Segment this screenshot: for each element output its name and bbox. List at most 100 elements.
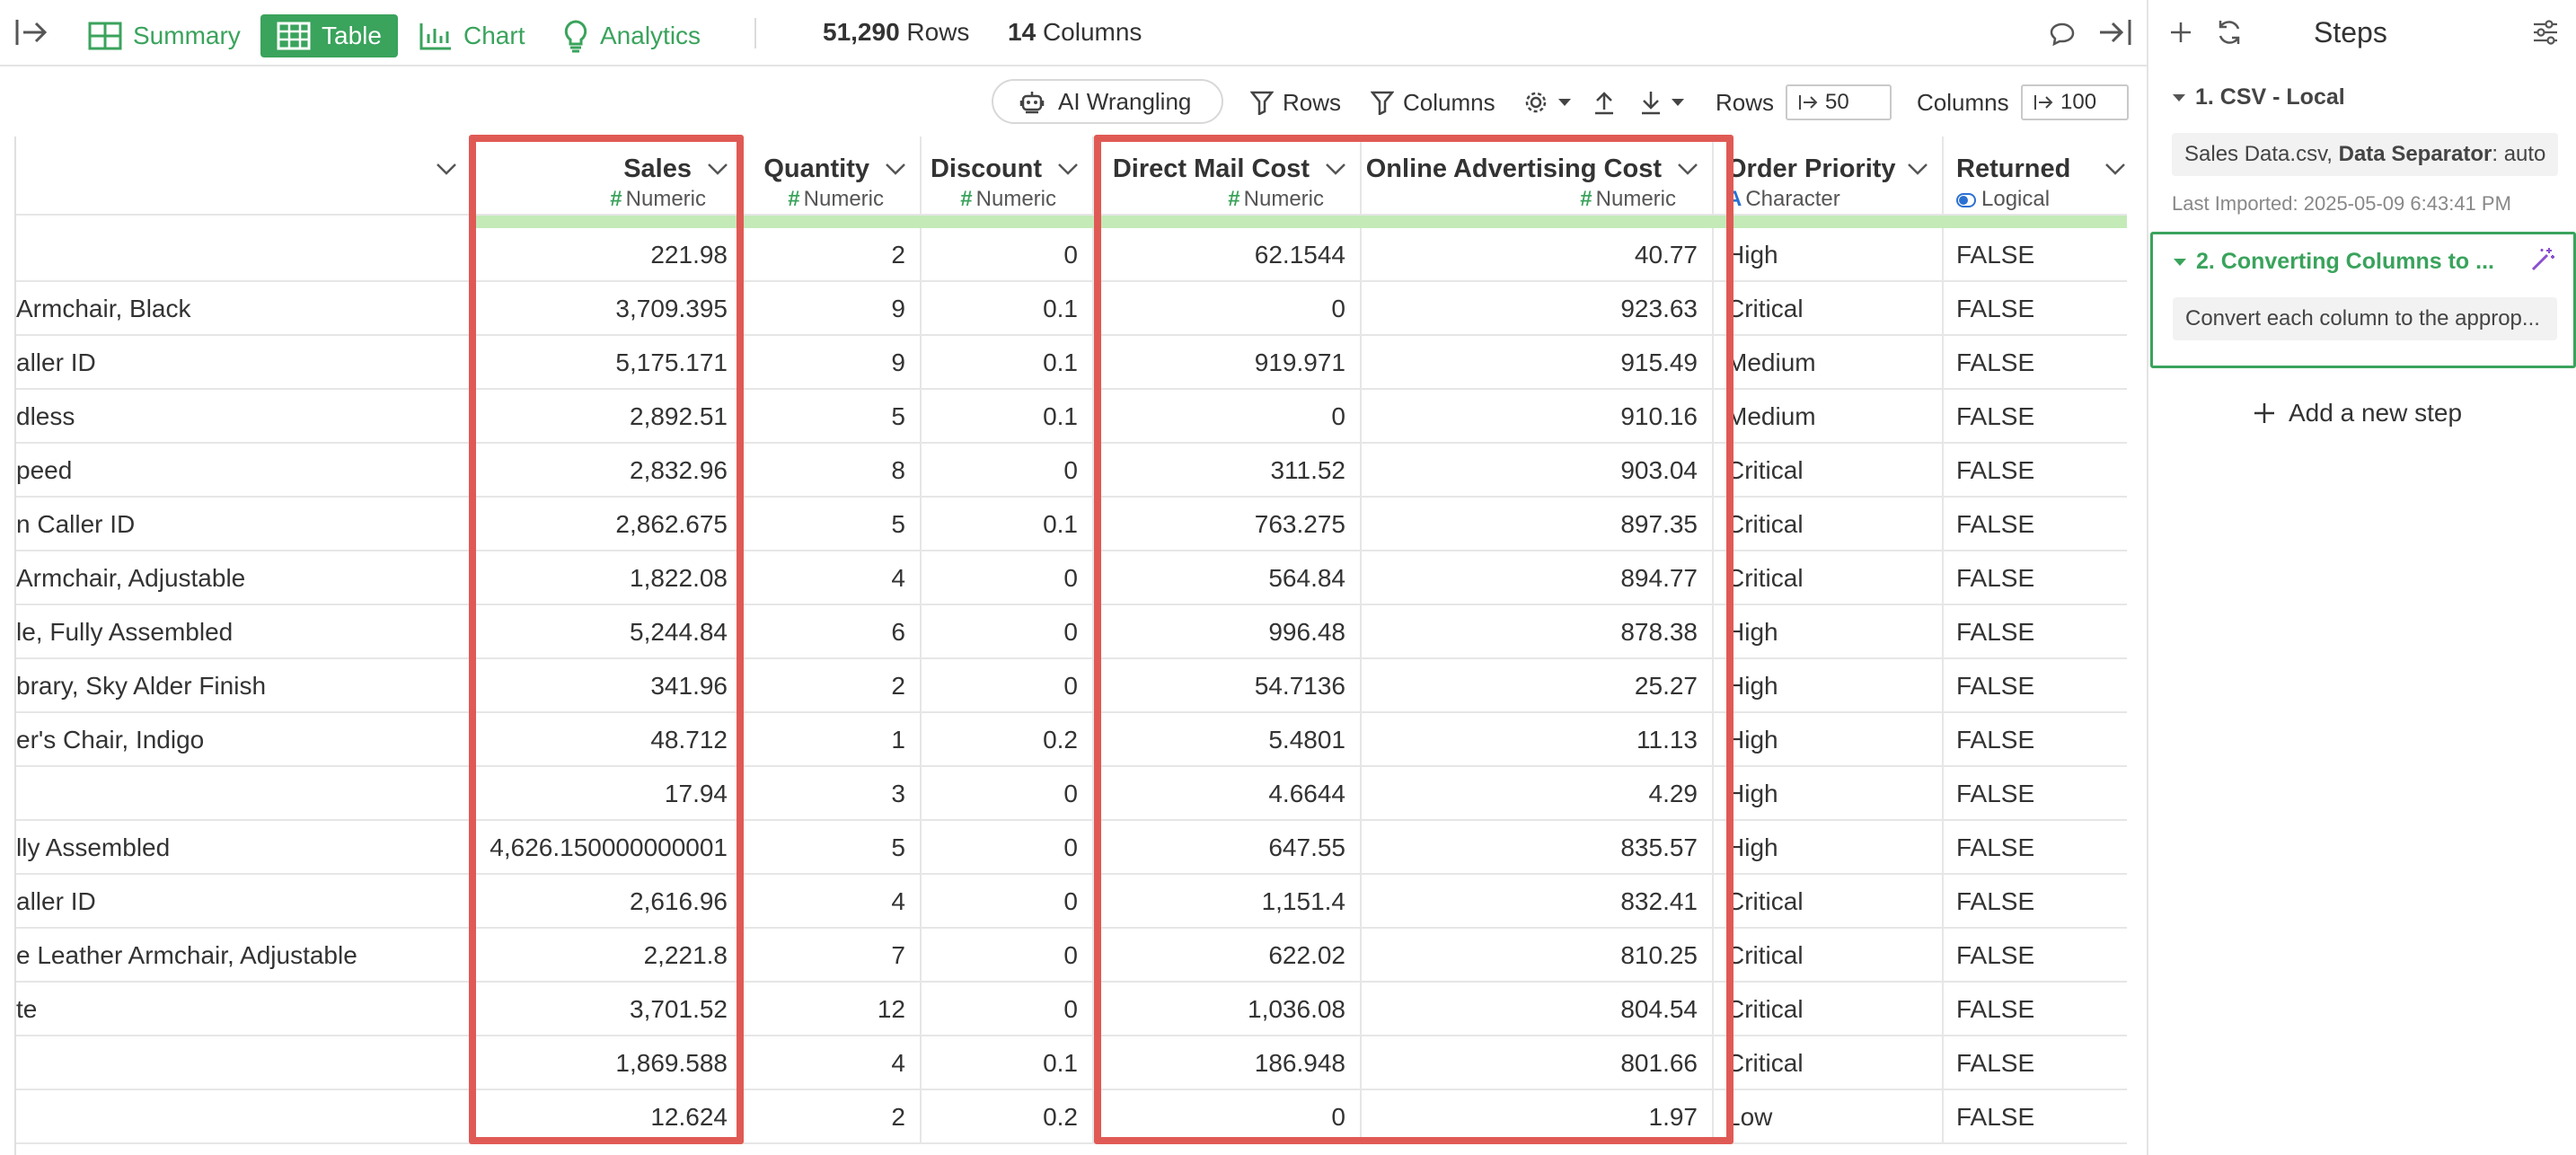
cell-sales[interactable]: 48.712: [472, 713, 744, 767]
cell-direct-mail-cost[interactable]: 996.48: [1094, 605, 1362, 659]
add-icon[interactable]: [2159, 11, 2202, 54]
cell-sales[interactable]: 2,862.675: [472, 498, 744, 551]
cell-online-advertising-cost[interactable]: 801.66: [1362, 1036, 1714, 1090]
cell-quantity[interactable]: 5: [744, 390, 922, 444]
cell-direct-mail-cost[interactable]: 763.275: [1094, 498, 1362, 551]
cell-direct-mail-cost[interactable]: 1,151.4: [1094, 875, 1362, 929]
cell-returned[interactable]: FALSE: [1944, 498, 2127, 551]
cell-quantity[interactable]: 4: [744, 1036, 922, 1090]
cell-product[interactable]: Armchair, Black: [16, 282, 472, 336]
cell-order-priority[interactable]: Critical: [1714, 983, 1944, 1036]
cell-quantity[interactable]: 5: [744, 821, 922, 875]
cell-returned[interactable]: FALSE: [1944, 875, 2127, 929]
cell-direct-mail-cost[interactable]: 0: [1094, 1090, 1362, 1144]
cell-discount[interactable]: 0.1: [922, 1036, 1094, 1090]
cell-quantity[interactable]: 2: [744, 228, 922, 282]
cell-discount[interactable]: 0: [922, 983, 1094, 1036]
cell-discount[interactable]: 0: [922, 821, 1094, 875]
cell-returned[interactable]: FALSE: [1944, 605, 2127, 659]
cell-direct-mail-cost[interactable]: 0: [1094, 390, 1362, 444]
collapse-left-icon[interactable]: [11, 11, 54, 54]
rows-limit-input[interactable]: 50: [1786, 84, 1892, 120]
cell-sales[interactable]: 2,892.51: [472, 390, 744, 444]
cell-online-advertising-cost[interactable]: 878.38: [1362, 605, 1714, 659]
cell-returned[interactable]: FALSE: [1944, 228, 2127, 282]
cell-online-advertising-cost[interactable]: 897.35: [1362, 498, 1714, 551]
cell-returned[interactable]: FALSE: [1944, 983, 2127, 1036]
settings-dropdown[interactable]: [1523, 84, 1572, 120]
chevron-down-icon[interactable]: [1676, 160, 1699, 178]
cell-order-priority[interactable]: High: [1714, 228, 1944, 282]
cell-discount[interactable]: 0.1: [922, 390, 1094, 444]
cell-order-priority[interactable]: High: [1714, 605, 1944, 659]
upload-icon[interactable]: [1593, 84, 1615, 120]
cell-quantity[interactable]: 3: [744, 767, 922, 821]
cell-sales[interactable]: 5,244.84: [472, 605, 744, 659]
cell-quantity[interactable]: 2: [744, 659, 922, 713]
cell-product[interactable]: dless: [16, 390, 472, 444]
cell-online-advertising-cost[interactable]: 804.54: [1362, 983, 1714, 1036]
cell-direct-mail-cost[interactable]: 5.4801: [1094, 713, 1362, 767]
chevron-down-icon[interactable]: [2104, 160, 2127, 178]
cell-product[interactable]: le, Fully Assembled: [16, 605, 472, 659]
tab-summary[interactable]: Summary: [72, 14, 257, 57]
cell-product[interactable]: er's Chair, Indigo: [16, 713, 472, 767]
cell-returned[interactable]: FALSE: [1944, 713, 2127, 767]
cell-returned[interactable]: FALSE: [1944, 929, 2127, 983]
cell-quantity[interactable]: 9: [744, 282, 922, 336]
cell-discount[interactable]: 0.2: [922, 1090, 1094, 1144]
sliders-icon[interactable]: [2524, 11, 2567, 54]
rows-filter-button[interactable]: Rows: [1250, 84, 1341, 120]
cell-discount[interactable]: 0.1: [922, 336, 1094, 390]
cell-online-advertising-cost[interactable]: 25.27: [1362, 659, 1714, 713]
cell-returned[interactable]: FALSE: [1944, 1036, 2127, 1090]
cell-quantity[interactable]: 8: [744, 444, 922, 498]
cell-product[interactable]: [16, 1036, 472, 1090]
cell-direct-mail-cost[interactable]: 186.948: [1094, 1036, 1362, 1090]
chevron-down-icon[interactable]: [435, 160, 458, 178]
cell-sales[interactable]: 2,832.96: [472, 444, 744, 498]
cell-quantity[interactable]: 12: [744, 983, 922, 1036]
cell-returned[interactable]: FALSE: [1944, 390, 2127, 444]
cell-order-priority[interactable]: High: [1714, 713, 1944, 767]
cell-order-priority[interactable]: Medium: [1714, 336, 1944, 390]
cell-product[interactable]: aller ID: [16, 875, 472, 929]
cell-order-priority[interactable]: Critical: [1714, 551, 1944, 605]
cell-quantity[interactable]: 1: [744, 713, 922, 767]
cell-product[interactable]: brary, Sky Alder Finish: [16, 659, 472, 713]
cell-online-advertising-cost[interactable]: 915.49: [1362, 336, 1714, 390]
chevron-down-icon[interactable]: [1056, 160, 1080, 178]
cell-returned[interactable]: FALSE: [1944, 767, 2127, 821]
cell-discount[interactable]: 0: [922, 551, 1094, 605]
cell-order-priority[interactable]: Low: [1714, 1090, 1944, 1144]
cell-product[interactable]: [16, 228, 472, 282]
cell-order-priority[interactable]: Critical: [1714, 1036, 1944, 1090]
cell-online-advertising-cost[interactable]: 894.77: [1362, 551, 1714, 605]
cell-returned[interactable]: FALSE: [1944, 821, 2127, 875]
tab-analytics[interactable]: Analytics: [546, 14, 717, 57]
cell-online-advertising-cost[interactable]: 903.04: [1362, 444, 1714, 498]
cell-returned[interactable]: FALSE: [1944, 659, 2127, 713]
cell-discount[interactable]: 0.2: [922, 713, 1094, 767]
cell-online-advertising-cost[interactable]: 11.13: [1362, 713, 1714, 767]
cell-quantity[interactable]: 6: [744, 605, 922, 659]
cell-direct-mail-cost[interactable]: 62.1544: [1094, 228, 1362, 282]
cell-product[interactable]: [16, 1090, 472, 1144]
cell-sales[interactable]: 341.96: [472, 659, 744, 713]
cell-sales[interactable]: 2,221.8: [472, 929, 744, 983]
cell-order-priority[interactable]: Critical: [1714, 282, 1944, 336]
cell-sales[interactable]: 17.94: [472, 767, 744, 821]
cell-discount[interactable]: 0: [922, 659, 1094, 713]
cell-direct-mail-cost[interactable]: 564.84: [1094, 551, 1362, 605]
cell-product[interactable]: aller ID: [16, 336, 472, 390]
chevron-down-icon[interactable]: [884, 160, 907, 178]
cell-quantity[interactable]: 7: [744, 929, 922, 983]
cell-online-advertising-cost[interactable]: 832.41: [1362, 875, 1714, 929]
cell-online-advertising-cost[interactable]: 835.57: [1362, 821, 1714, 875]
cell-online-advertising-cost[interactable]: 1.97: [1362, 1090, 1714, 1144]
download-dropdown[interactable]: [1640, 84, 1685, 120]
column-header-returned[interactable]: Returned Logical: [1944, 137, 2127, 216]
cell-sales[interactable]: 12.624: [472, 1090, 744, 1144]
step-2-card[interactable]: 2. Converting Columns to ... Convert eac…: [2150, 232, 2576, 368]
cell-direct-mail-cost[interactable]: 647.55: [1094, 821, 1362, 875]
